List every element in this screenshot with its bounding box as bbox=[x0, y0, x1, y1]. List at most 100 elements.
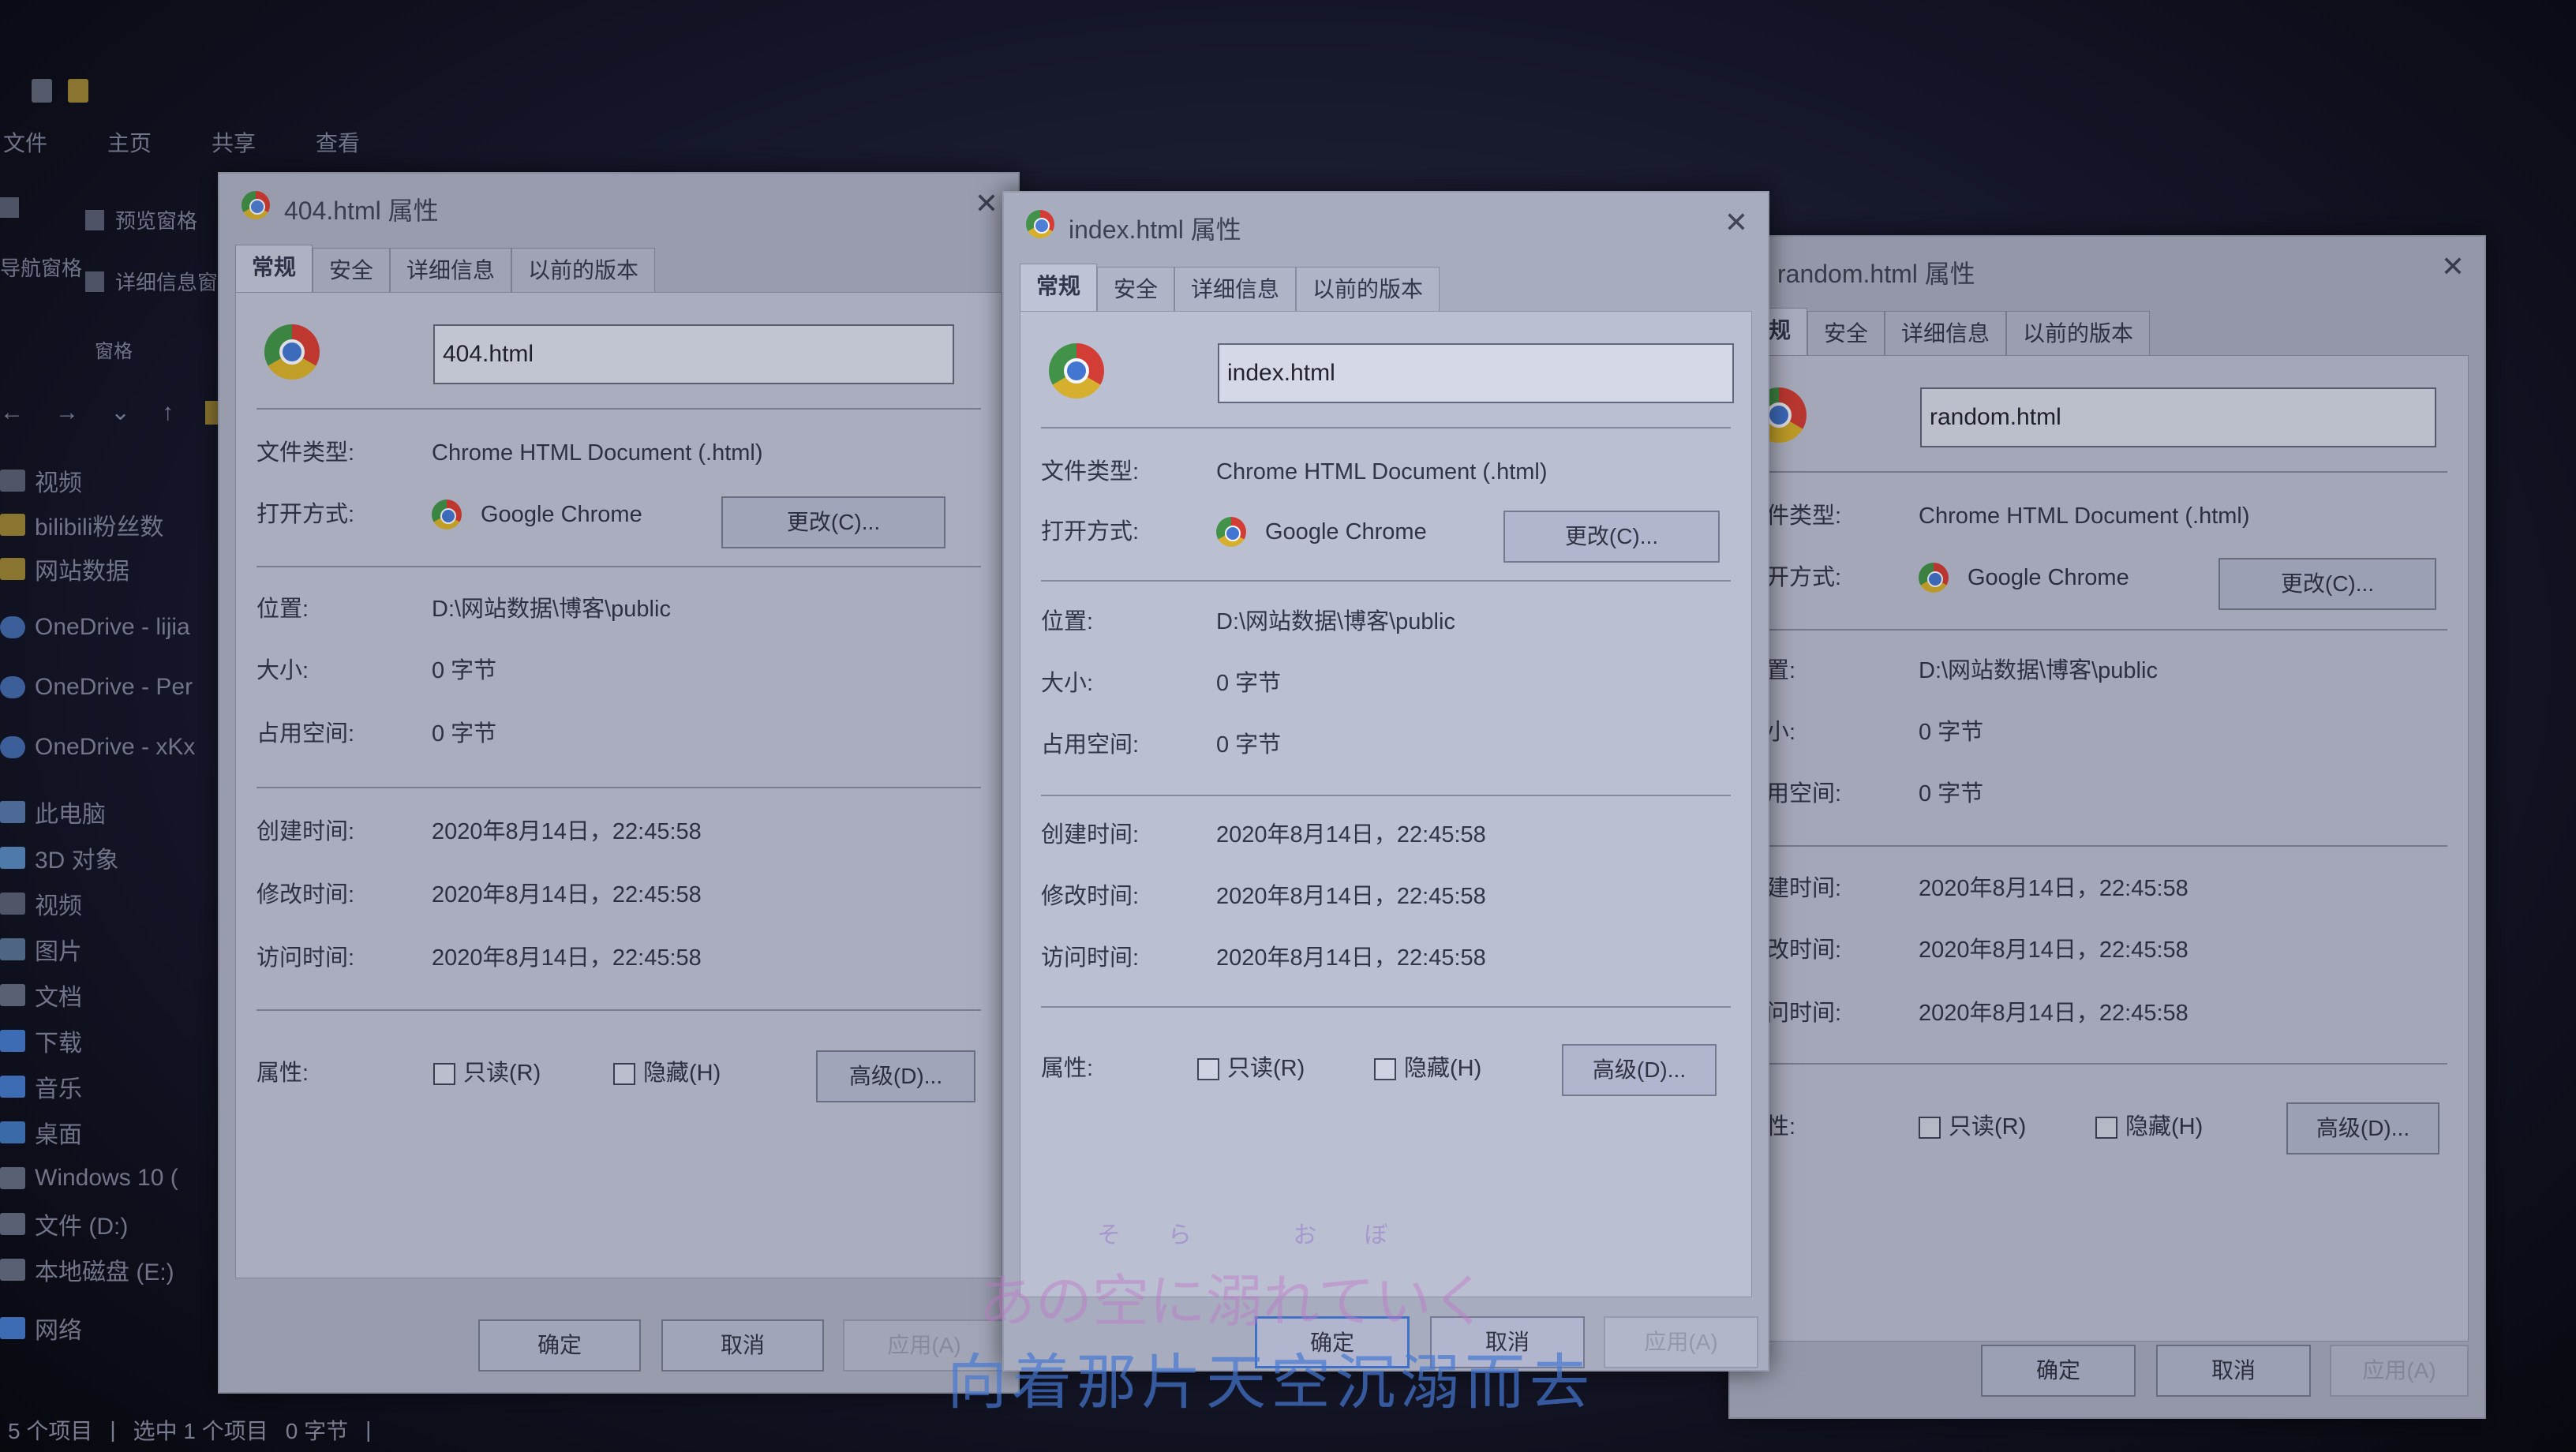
tab-previous-versions[interactable]: 以前的版本 bbox=[1296, 267, 1440, 311]
modified-label: 修改时间: bbox=[1041, 884, 1140, 909]
details-pane-button[interactable]: 详细信息窗格 bbox=[85, 267, 238, 296]
readonly-label: 只读(R) bbox=[1949, 1114, 2027, 1140]
ok-button[interactable]: 确定 bbox=[1255, 1316, 1410, 1368]
tab-security[interactable]: 安全 bbox=[313, 248, 391, 292]
advanced-button[interactable]: 高级(D)... bbox=[2286, 1102, 2439, 1154]
sidebar-item-label: Windows 10 ( bbox=[35, 1165, 178, 1191]
apply-button[interactable]: 应用(A) bbox=[1604, 1316, 1758, 1368]
readonly-checkbox[interactable] bbox=[1919, 1117, 1941, 1139]
sidebar-item-drive-c[interactable]: Windows 10 ( bbox=[0, 1159, 229, 1197]
tab-general[interactable]: 常规 bbox=[1020, 264, 1098, 311]
change-button[interactable]: 更改(C)... bbox=[721, 496, 945, 548]
hidden-checkbox[interactable] bbox=[613, 1063, 635, 1085]
readonly-checkbox[interactable] bbox=[1197, 1058, 1219, 1080]
tab-general[interactable]: 常规 bbox=[235, 245, 313, 292]
ribbon-tab-home[interactable]: 主页 bbox=[107, 126, 152, 158]
sidebar-item-onedrive-3[interactable]: OneDrive - xKx bbox=[0, 728, 229, 766]
file-type-label: 文件类型: bbox=[256, 440, 355, 466]
divider bbox=[1041, 427, 1731, 428]
sidebar-item-videos-quick[interactable]: 视频 bbox=[0, 462, 229, 500]
chrome-icon bbox=[1919, 563, 1949, 593]
open-with-app: Google Chrome bbox=[432, 496, 700, 533]
sidebar-item-label: 桌面 bbox=[35, 1122, 82, 1148]
ribbon-tab-share[interactable]: 共享 bbox=[212, 126, 256, 158]
sidebar-item-network[interactable]: 网络 bbox=[0, 1309, 229, 1347]
sidebar-item-drive-d[interactable]: 文件 (D:) bbox=[0, 1205, 229, 1243]
sidebar-item-drive-e[interactable]: 本地磁盘 (E:) bbox=[0, 1251, 229, 1289]
modified-row: 修改时间: 2020年8月14日，22:45:58 bbox=[1041, 878, 1731, 915]
up-arrow-icon[interactable]: ↑ bbox=[162, 399, 174, 426]
ok-button[interactable]: 确定 bbox=[478, 1319, 641, 1372]
accessed-label: 访问时间: bbox=[1041, 945, 1140, 971]
file-type-value: Chrome HTML Document (.html) bbox=[432, 440, 763, 466]
sidebar-item-bilibili[interactable]: bilibili粉丝数 bbox=[0, 506, 229, 544]
tab-details[interactable]: 详细信息 bbox=[1885, 311, 2007, 355]
sidebar-item-label: 视频 bbox=[35, 470, 82, 496]
sidebar-item-3d-objects[interactable]: 3D 对象 bbox=[0, 839, 229, 877]
dialog-title: random.html 属性 bbox=[1777, 260, 1975, 288]
dialog-title: index.html 属性 bbox=[1069, 215, 1241, 244]
folder-icon[interactable] bbox=[68, 79, 88, 103]
tab-security[interactable]: 安全 bbox=[1807, 311, 1885, 355]
close-button[interactable]: ✕ bbox=[2434, 248, 2472, 286]
tab-previous-versions[interactable]: 以前的版本 bbox=[511, 248, 656, 292]
apply-button[interactable]: 应用(A) bbox=[2330, 1345, 2469, 1397]
save-icon[interactable] bbox=[32, 79, 52, 103]
change-button[interactable]: 更改(C)... bbox=[1503, 511, 1720, 563]
recent-dropdown-icon[interactable]: ⌄ bbox=[110, 399, 130, 426]
ok-button[interactable]: 确定 bbox=[1981, 1345, 2136, 1397]
tab-previous-versions[interactable]: 以前的版本 bbox=[2006, 311, 2151, 355]
cancel-button[interactable]: 取消 bbox=[661, 1319, 824, 1372]
open-with-value: Google Chrome bbox=[481, 502, 642, 527]
sidebar-item-documents[interactable]: 文档 bbox=[0, 976, 229, 1014]
back-arrow-icon[interactable]: ← bbox=[0, 399, 24, 426]
tab-details[interactable]: 详细信息 bbox=[390, 248, 512, 292]
advanced-button[interactable]: 高级(D)... bbox=[1562, 1044, 1717, 1096]
dialog-titlebar[interactable]: 404.html 属性 ✕ bbox=[219, 174, 1018, 237]
navigation-pane-button[interactable] bbox=[0, 197, 19, 218]
cloud-icon bbox=[0, 676, 25, 698]
sidebar-item-website-data[interactable]: 网站数据 bbox=[0, 550, 229, 588]
location-label: 位置: bbox=[256, 597, 309, 622]
readonly-checkbox[interactable] bbox=[433, 1063, 455, 1085]
disk-size-value: 0 字节 bbox=[432, 721, 497, 747]
tab-details[interactable]: 详细信息 bbox=[1174, 267, 1297, 311]
created-value: 2020年8月14日，22:45:58 bbox=[1216, 822, 1486, 848]
close-button[interactable]: ✕ bbox=[968, 185, 1005, 223]
sidebar-item-onedrive-1[interactable]: OneDrive - lijia bbox=[0, 608, 229, 646]
forward-arrow-icon[interactable]: → bbox=[55, 399, 79, 426]
tab-security[interactable]: 安全 bbox=[1097, 267, 1175, 311]
filename-input[interactable] bbox=[1218, 343, 1734, 403]
size-value: 0 字节 bbox=[432, 658, 497, 683]
disk-size-row: 占用空间: 0 字节 bbox=[1041, 727, 1731, 763]
dialog-titlebar[interactable]: index.html 属性 ✕ bbox=[1004, 193, 1768, 256]
sidebar-item-videos[interactable]: 视频 bbox=[0, 885, 229, 922]
cancel-button[interactable]: 取消 bbox=[2156, 1345, 2311, 1397]
hidden-checkbox[interactable] bbox=[2095, 1117, 2117, 1139]
sidebar-item-music[interactable]: 音乐 bbox=[0, 1068, 229, 1106]
close-button[interactable]: ✕ bbox=[1717, 204, 1755, 241]
sidebar-item-desktop[interactable]: 桌面 bbox=[0, 1113, 229, 1151]
created-row: 创建时间: 2020年8月14日，22:45:58 bbox=[256, 814, 981, 850]
dialog-titlebar[interactable]: random.html 属性 ✕ bbox=[1730, 237, 2484, 300]
sidebar-item-pictures[interactable]: 图片 bbox=[0, 930, 229, 968]
sidebar-item-label: 文档 bbox=[35, 985, 82, 1011]
sidebar-item-this-pc[interactable]: 此电脑 bbox=[0, 793, 229, 831]
drive-icon bbox=[0, 1259, 25, 1281]
music-icon bbox=[0, 1076, 25, 1098]
sidebar-item-onedrive-2[interactable]: OneDrive - Per bbox=[0, 668, 229, 706]
hidden-checkbox[interactable] bbox=[1374, 1058, 1396, 1080]
filename-input[interactable] bbox=[433, 324, 954, 384]
apply-button[interactable]: 应用(A) bbox=[843, 1319, 1005, 1372]
filename-input[interactable] bbox=[1920, 387, 2436, 447]
change-button[interactable]: 更改(C)... bbox=[2218, 558, 2436, 610]
sidebar-item-downloads[interactable]: 下载 bbox=[0, 1022, 229, 1060]
cancel-button[interactable]: 取消 bbox=[1430, 1316, 1585, 1368]
advanced-button[interactable]: 高级(D)... bbox=[816, 1050, 975, 1102]
divider bbox=[1751, 845, 2447, 847]
ribbon-tab-view[interactable]: 查看 bbox=[316, 126, 360, 158]
preview-pane-button[interactable]: 预览窗格 bbox=[85, 205, 197, 234]
ribbon-tab-file[interactable]: 文件 bbox=[3, 126, 47, 158]
status-item-count: 5 个项目 bbox=[8, 1419, 93, 1443]
video-icon bbox=[0, 893, 25, 915]
